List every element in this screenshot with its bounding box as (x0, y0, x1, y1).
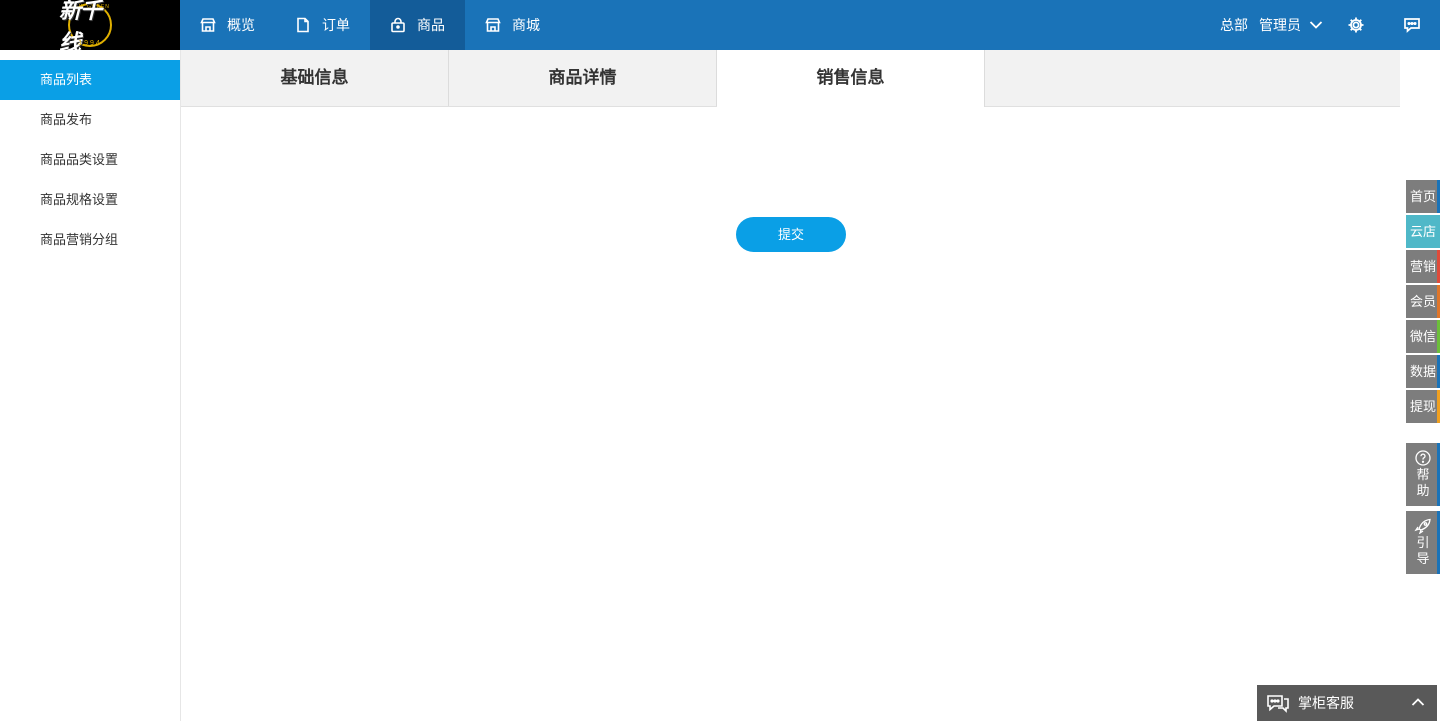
float-label: 首页 (1409, 189, 1436, 204)
user-menu[interactable]: 管理员 (1259, 15, 1323, 35)
org-label[interactable]: 总部 (1220, 15, 1248, 35)
tab-basic-info[interactable]: 基础信息 (181, 50, 449, 106)
logo[interactable]: NEW GREEN 新千线 1994 (0, 0, 180, 55)
chevron-up-icon[interactable] (1411, 697, 1425, 707)
gear-icon[interactable] (1347, 16, 1365, 34)
nav-item-products[interactable]: 商品 (370, 0, 465, 50)
chat-bubble-icon[interactable] (1403, 16, 1421, 34)
guide-line1: 引 (1416, 535, 1430, 550)
nav-label: 商品 (417, 17, 445, 33)
float-label: 提现 (1409, 399, 1436, 414)
float-label: 微信 (1409, 329, 1436, 344)
tab-product-details[interactable]: 商品详情 (449, 50, 717, 106)
nav-item-mall[interactable]: 商城 (465, 0, 560, 50)
float-item-members[interactable]: 会员 (1406, 285, 1440, 318)
float-label: 云店 (1409, 224, 1436, 239)
float-label: 会员 (1409, 294, 1436, 309)
float-label: 营销 (1409, 259, 1436, 274)
customer-service-widget[interactable]: 掌柜客服 (1257, 685, 1437, 721)
help-line2: 助 (1416, 483, 1430, 498)
file-icon (297, 17, 309, 33)
chevron-down-icon (1309, 21, 1323, 29)
sidebar-item-category-settings[interactable]: 商品品类设置 (0, 140, 180, 180)
store-icon (200, 18, 216, 32)
float-help-button[interactable]: 帮 助 (1406, 443, 1440, 506)
nav-label: 概览 (227, 17, 255, 33)
rocket-icon (1414, 518, 1431, 534)
sidebar-item-product-list[interactable]: 商品列表 (0, 60, 180, 100)
sidebar: 商品列表 商品发布 商品品类设置 商品规格设置 商品营销分组 (0, 50, 181, 721)
nav-label: 商城 (512, 17, 540, 33)
logo-badge: NEW GREEN 新千线 1994 (59, 0, 121, 55)
float-item-marketing[interactable]: 营销 (1406, 250, 1440, 283)
logo-text: 新千线 (59, 0, 102, 55)
sidebar-item-marketing-groups[interactable]: 商品营销分组 (0, 220, 180, 260)
tab-sales-info[interactable]: 销售信息 (717, 50, 985, 107)
chat-icon (1267, 695, 1289, 713)
float-item-cloud-store[interactable]: 云店 (1406, 215, 1440, 248)
user-name: 管理员 (1259, 17, 1301, 33)
nav-item-overview[interactable]: 概览 (180, 0, 275, 50)
question-icon (1415, 450, 1431, 466)
tab-bar: 基础信息 商品详情 销售信息 (181, 50, 1400, 107)
help-line1: 帮 (1416, 467, 1430, 482)
float-item-home[interactable]: 首页 (1406, 180, 1440, 213)
chat-label: 掌柜客服 (1298, 695, 1354, 711)
nav-item-orders[interactable]: 订单 (275, 0, 370, 50)
logo-year: 1994 (78, 40, 102, 47)
float-item-data[interactable]: 数据 (1406, 355, 1440, 388)
float-guide-button[interactable]: 引 导 (1406, 511, 1440, 574)
main-nav: 概览 订单 商品 商城 (180, 0, 560, 50)
guide-line2: 导 (1416, 551, 1430, 566)
submit-button[interactable]: 提交 (736, 217, 846, 252)
float-item-withdraw[interactable]: 提现 (1406, 390, 1440, 423)
float-label: 数据 (1409, 364, 1436, 379)
shop-icon (485, 18, 501, 32)
float-item-wechat[interactable]: 微信 (1406, 320, 1440, 353)
right-float-bar: 首页 云店 营销 会员 微信 数据 提现 帮 助 引 导 (1406, 180, 1440, 574)
header-right: 总部 管理员 (1220, 0, 1440, 50)
nav-label: 订单 (322, 17, 350, 33)
bag-icon (391, 17, 405, 33)
top-bar: NEW GREEN 新千线 1994 概览 订单 商品 商城 总部 管理员 (0, 0, 1440, 55)
sidebar-item-spec-settings[interactable]: 商品规格设置 (0, 180, 180, 220)
sidebar-item-product-publish[interactable]: 商品发布 (0, 100, 180, 140)
